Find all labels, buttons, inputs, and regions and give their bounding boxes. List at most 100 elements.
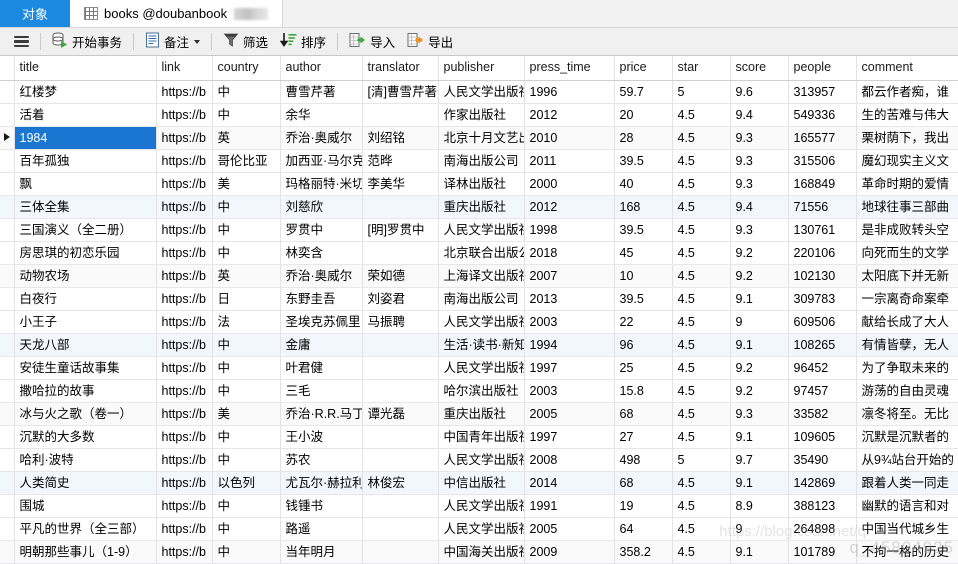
cell-country[interactable]: 美 (212, 402, 281, 426)
cell-press-time[interactable]: 2010 (524, 126, 615, 150)
cell-press-time[interactable]: 2008 (524, 448, 615, 472)
cell-author[interactable]: 乔治·奥威尔 (280, 126, 363, 150)
cell-people[interactable]: 97457 (788, 379, 857, 403)
cell-comment[interactable]: 献给长成了大人 (856, 310, 958, 334)
cell-price[interactable]: 64 (614, 517, 673, 541)
cell-people[interactable]: 309783 (788, 287, 857, 311)
cell-link[interactable]: https://b (156, 471, 213, 495)
cell-title[interactable]: 小王子 (14, 310, 157, 334)
row-marker[interactable] (0, 149, 15, 173)
cell-translator[interactable] (362, 241, 439, 265)
cell-people[interactable]: 313957 (788, 80, 857, 104)
cell-price[interactable]: 68 (614, 471, 673, 495)
cell-star[interactable]: 4.5 (672, 540, 731, 564)
cell-people[interactable]: 549336 (788, 103, 857, 127)
table-row[interactable]: 撒哈拉的故事 https://b 中三毛 哈尔滨出版社 2003 15.8 4.5 9.2 97… (0, 379, 958, 403)
cell-link[interactable]: https://b (156, 356, 213, 380)
cell-title[interactable]: 明朝那些事儿（1-9） (14, 540, 157, 564)
cell-price[interactable]: 40 (614, 172, 673, 196)
cell-translator[interactable]: 荣如德 (362, 264, 439, 288)
note-button[interactable]: 备注 (139, 31, 206, 53)
cell-publisher[interactable]: 作家出版社 (438, 103, 525, 127)
cell-star[interactable]: 4.5 (672, 356, 731, 380)
cell-score[interactable]: 9.3 (730, 218, 789, 242)
row-marker[interactable] (0, 356, 15, 380)
column-header-translator[interactable]: translator (362, 56, 439, 81)
cell-author[interactable]: 刘慈欣 (280, 195, 363, 219)
row-marker[interactable] (0, 471, 15, 495)
cell-comment[interactable]: 向死而生的文学 (856, 241, 958, 265)
cell-publisher[interactable]: 中国青年出版社 (438, 425, 525, 449)
table-row[interactable]: 天龙八部 https://b 中金庸 生活·读书·新知 1994 96 4.5 9.1 1082… (0, 333, 958, 357)
cell-score[interactable]: 9 (730, 310, 789, 334)
row-marker[interactable] (0, 333, 15, 357)
cell-publisher[interactable]: 南海出版公司 (438, 149, 525, 173)
cell-price[interactable]: 22 (614, 310, 673, 334)
column-header-comment[interactable]: comment (856, 56, 958, 81)
cell-translator[interactable]: 刘姿君 (362, 287, 439, 311)
cell-translator[interactable]: 范晔 (362, 149, 439, 173)
cell-title[interactable]: 白夜行 (14, 287, 157, 311)
column-header-country[interactable]: country (212, 56, 281, 81)
cell-people[interactable]: 220106 (788, 241, 857, 265)
cell-price[interactable]: 39.5 (614, 149, 673, 173)
cell-publisher[interactable]: 北京联合出版公司 (438, 241, 525, 265)
cell-star[interactable]: 4.5 (672, 218, 731, 242)
cell-star[interactable]: 4.5 (672, 402, 731, 426)
filter-button[interactable]: 筛选 (217, 31, 274, 53)
cell-comment[interactable]: 游荡的自由灵魂 (856, 379, 958, 403)
cell-score[interactable]: 9.4 (730, 195, 789, 219)
table-row[interactable]: 百年孤独https://b哥伦比亚加西亚·马尔克斯范晔南海出版公司201139.… (0, 149, 958, 173)
table-row[interactable]: 冰与火之歌（卷一） https://b 美乔治·R.R.马丁 谭光磊 重庆出版社 2005… (0, 402, 958, 426)
cell-star[interactable]: 4.5 (672, 494, 731, 518)
row-marker[interactable] (0, 264, 15, 288)
cell-comment[interactable]: 是非成败转头空 (856, 218, 958, 242)
cell-comment[interactable]: 中国当代城乡生 (856, 517, 958, 541)
cell-author[interactable]: 圣埃克苏佩里 (280, 310, 363, 334)
cell-translator[interactable] (362, 448, 439, 472)
cell-press-time[interactable]: 2012 (524, 195, 615, 219)
cell-title[interactable]: 平凡的世界（全三部） (14, 517, 157, 541)
row-marker[interactable] (0, 379, 15, 403)
cell-link[interactable]: https://b (156, 172, 213, 196)
cell-price[interactable]: 27 (614, 425, 673, 449)
cell-link[interactable]: https://b (156, 333, 213, 357)
cell-publisher[interactable]: 重庆出版社 (438, 195, 525, 219)
cell-score[interactable]: 8.9 (730, 494, 789, 518)
column-header-link[interactable]: link (156, 56, 213, 81)
cell-star[interactable]: 4.5 (672, 149, 731, 173)
cell-title[interactable]: 沉默的大多数 (14, 425, 157, 449)
table-row[interactable]: 沉默的大多数 https://b 中王小波 中国青年出版社 1997 27 4.5 9.1 10… (0, 425, 958, 449)
cell-country[interactable]: 英 (212, 264, 281, 288)
cell-author[interactable]: 苏农 (280, 448, 363, 472)
cell-publisher[interactable]: 人民文学出版社 (438, 356, 525, 380)
cell-score[interactable]: 9.6 (730, 80, 789, 104)
cell-link[interactable]: https://b (156, 264, 213, 288)
cell-press-time[interactable]: 2009 (524, 540, 615, 564)
cell-price[interactable]: 45 (614, 241, 673, 265)
cell-title[interactable]: 三体全集 (14, 195, 157, 219)
row-marker[interactable] (0, 195, 15, 219)
export-button[interactable]: 导出 (401, 31, 459, 53)
cell-title[interactable]: 天龙八部 (14, 333, 157, 357)
cell-country[interactable]: 哥伦比亚 (212, 149, 281, 173)
cell-country[interactable]: 日 (212, 287, 281, 311)
cell-score[interactable]: 9.2 (730, 356, 789, 380)
cell-country[interactable]: 中 (212, 448, 281, 472)
cell-publisher[interactable]: 中国海关出版社 (438, 540, 525, 564)
cell-press-time[interactable]: 2005 (524, 402, 615, 426)
cell-star[interactable]: 4.5 (672, 103, 731, 127)
cell-star[interactable]: 4.5 (672, 517, 731, 541)
cell-star[interactable]: 4.5 (672, 264, 731, 288)
row-marker[interactable] (0, 494, 15, 518)
cell-author[interactable]: 罗贯中 (280, 218, 363, 242)
cell-translator[interactable] (362, 540, 439, 564)
cell-translator[interactable] (362, 494, 439, 518)
cell-publisher[interactable]: 人民文学出版社 (438, 80, 525, 104)
cell-comment[interactable]: 魔幻现实主义文 (856, 149, 958, 173)
cell-translator[interactable]: 李美华 (362, 172, 439, 196)
cell-author[interactable]: 玛格丽特·米切尔 (280, 172, 363, 196)
cell-author[interactable]: 尤瓦尔·赫拉利 (280, 471, 363, 495)
table-row[interactable]: 动物农场 https://b 英乔治·奥威尔 荣如德 上海译文出版社 2007 10 4.5 9… (0, 264, 958, 288)
cell-star[interactable]: 4.5 (672, 195, 731, 219)
